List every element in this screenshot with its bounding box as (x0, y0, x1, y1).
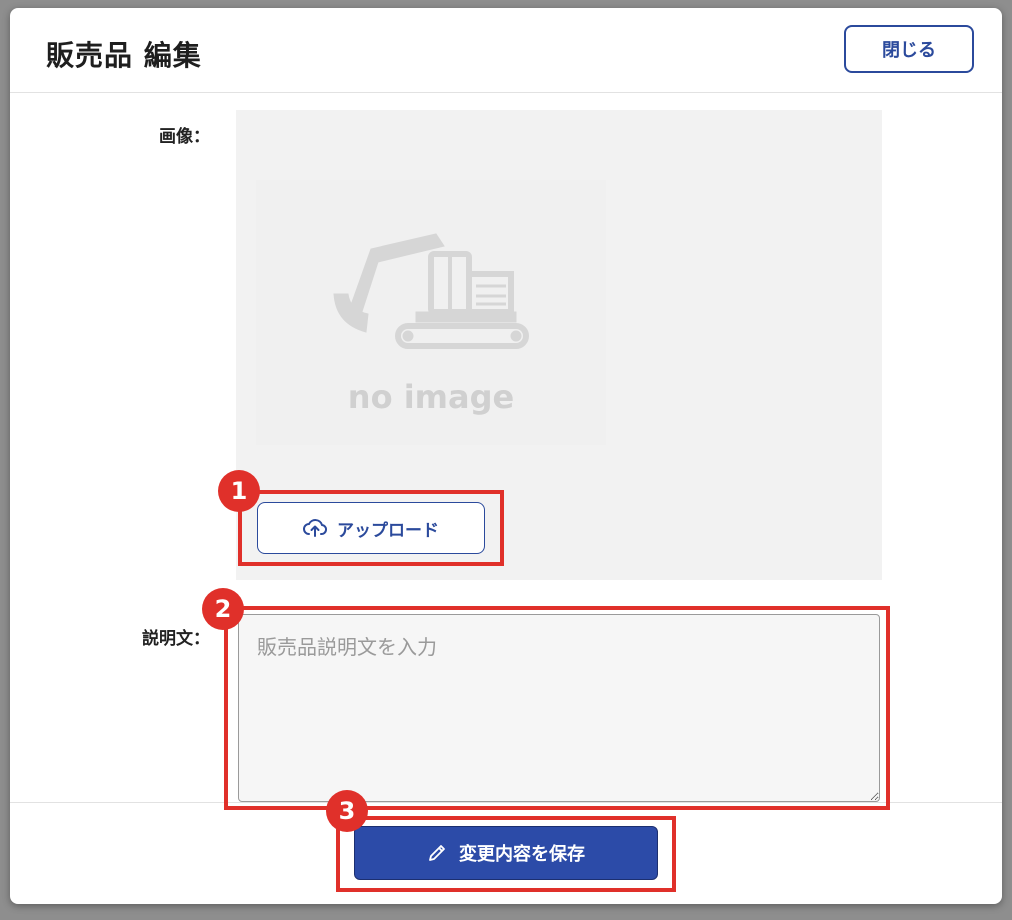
no-image-text: no image (347, 378, 515, 416)
dialog-title: 販売品 編集 (46, 39, 202, 72)
highlight-box-2 (224, 606, 890, 810)
dialog-header: 販売品 編集 閉じる (10, 8, 1002, 93)
highlight-box-3 (336, 816, 676, 892)
highlight-box-1 (238, 490, 504, 566)
close-button[interactable]: 閉じる (844, 25, 974, 73)
step-badge-1: 1 (218, 470, 260, 512)
no-image-placeholder: no image (256, 180, 606, 445)
edit-dialog: 販売品 編集 閉じる 画像： no image アップロード 説明文： 販売品説… (10, 8, 1002, 904)
image-label: 画像： (159, 127, 210, 147)
excavator-icon (333, 233, 529, 349)
step-badge-3: 3 (326, 790, 368, 832)
step-badge-2: 2 (202, 588, 244, 630)
description-label: 説明文： (142, 629, 210, 649)
